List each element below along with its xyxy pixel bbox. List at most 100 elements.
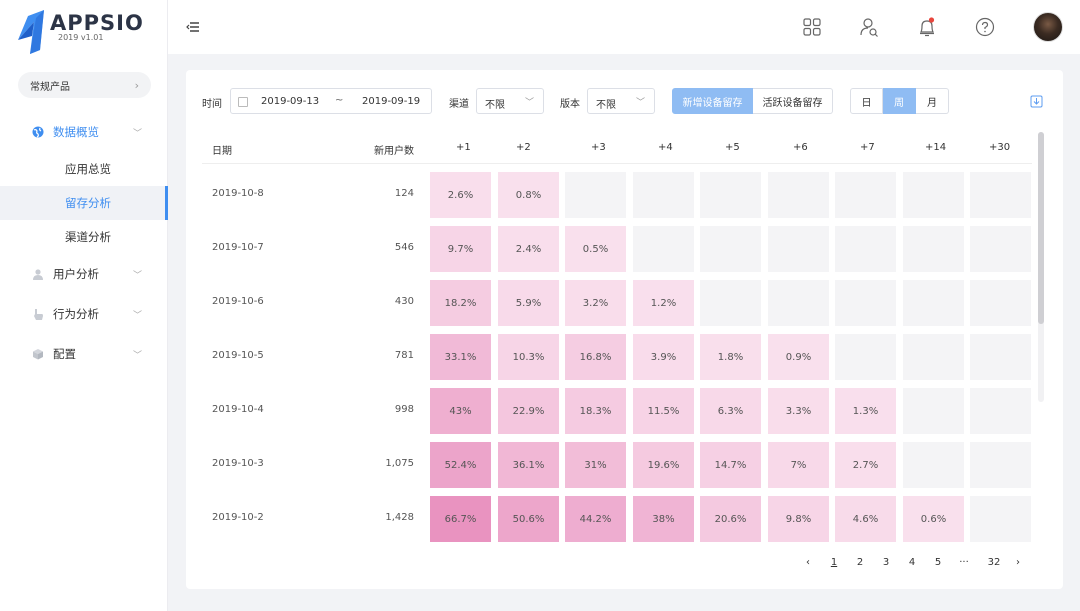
table-row[interactable]: 2019-10-8 124 2.6% 0.8%	[202, 168, 1032, 222]
retention-cell: 19.6%	[633, 442, 694, 488]
chevron-down-icon: ﹀	[133, 128, 143, 139]
row-date: 2019-10-3	[212, 458, 264, 469]
granularity-day-button[interactable]: 日	[850, 88, 883, 114]
table-row[interactable]: 2019-10-6 430 18.2% 5.9% 3.2% 1.2%	[202, 276, 1032, 330]
sidebar-group-behavior-analysis[interactable]: 行为分析 ﹀	[0, 298, 168, 330]
retention-cell: 33.1%	[430, 334, 491, 380]
retention-cell: 22.9%	[498, 388, 559, 434]
version-select[interactable]: 不限 ﹀	[587, 88, 655, 114]
retention-cell	[970, 496, 1031, 542]
retention-cell	[835, 280, 896, 326]
retention-cell: 10.3%	[498, 334, 559, 380]
new-device-retention-button[interactable]: 新增设备留存	[672, 88, 753, 114]
avatar[interactable]	[1033, 12, 1063, 42]
retention-cell	[970, 442, 1031, 488]
retention-cell: 1.3%	[835, 388, 896, 434]
pagination-page[interactable]: 5	[930, 557, 946, 568]
pagination-page[interactable]: 3	[878, 557, 894, 568]
pagination-page[interactable]: 4	[904, 557, 920, 568]
globe-icon	[32, 126, 44, 138]
retention-cell: 6.3%	[700, 388, 761, 434]
pagination-ellipsis[interactable]: ···	[956, 557, 972, 568]
retention-cell: 2.4%	[498, 226, 559, 272]
apps-grid-icon[interactable]	[801, 16, 823, 38]
retention-cell	[700, 226, 761, 272]
granularity-week-button[interactable]: 周	[883, 88, 916, 114]
retention-cell: 3.3%	[768, 388, 829, 434]
retention-cell	[970, 388, 1031, 434]
user-search-icon[interactable]	[858, 16, 880, 38]
retention-cell: 2.7%	[835, 442, 896, 488]
pagination-next[interactable]: ›	[1010, 557, 1026, 568]
channel-value: 不限	[485, 100, 505, 111]
sidebar-item-label: 应用总览	[65, 162, 111, 176]
retention-cell: 20.6%	[700, 496, 761, 542]
retention-cell	[565, 172, 626, 218]
retention-cell	[903, 280, 964, 326]
retention-cell: 0.8%	[498, 172, 559, 218]
table-row[interactable]: 2019-10-4 998 43% 22.9% 18.3% 11.5% 6.3% 3.3% 1.…	[202, 384, 1032, 438]
sidebar-group-user-analysis[interactable]: 用户分析 ﹀	[0, 258, 168, 290]
version-label: 版本	[560, 99, 580, 110]
table-row[interactable]: 2019-10-2 1,428 66.7% 50.6% 44.2% 38% 20.6% 9.8…	[202, 492, 1032, 546]
chevron-down-icon: ﹀	[635, 98, 645, 108]
granularity-month-button[interactable]: 月	[916, 88, 949, 114]
header-day-30: +30	[989, 142, 1011, 153]
time-label: 时间	[202, 99, 222, 110]
user-icon	[33, 269, 43, 280]
header-day-6: +6	[793, 142, 808, 153]
pointer-icon	[34, 309, 43, 320]
retention-cell: 16.8%	[565, 334, 626, 380]
collapse-menu-icon[interactable]	[186, 20, 200, 34]
retention-cell	[903, 172, 964, 218]
table-row[interactable]: 2019-10-7 546 9.7% 2.4% 0.5%	[202, 222, 1032, 276]
sidebar-item-app-overview[interactable]: 应用总览	[0, 152, 168, 186]
header-day-4: +4	[658, 142, 673, 153]
help-icon[interactable]	[974, 16, 996, 38]
retention-cell: 31%	[565, 442, 626, 488]
pagination-prev[interactable]: ‹	[800, 557, 816, 568]
pagination-page[interactable]: 2	[852, 557, 868, 568]
retention-cell	[768, 172, 829, 218]
header-day-7: +7	[860, 142, 875, 153]
sidebar-group-config[interactable]: 配置 ﹀	[0, 338, 168, 370]
retention-cell: 52.4%	[430, 442, 491, 488]
pagination-page-last[interactable]: 32	[982, 557, 1006, 568]
header-day-3: +3	[591, 142, 606, 153]
sidebar-item-retention[interactable]: 留存分析	[0, 186, 168, 220]
retention-cell	[633, 172, 694, 218]
retention-cell: 0.6%	[903, 496, 964, 542]
header-day-5: +5	[725, 142, 740, 153]
row-new-users: 430	[394, 296, 414, 307]
sidebar-group-data-overview[interactable]: 数据概览 ﹀	[0, 116, 168, 148]
active-device-retention-button[interactable]: 活跃设备留存	[753, 88, 833, 114]
retention-cell: 4.6%	[835, 496, 896, 542]
date-range-picker[interactable]: 2019-09-13 ~ 2019-09-19	[230, 88, 432, 114]
bell-icon[interactable]	[916, 16, 938, 38]
retention-cell: 1.8%	[700, 334, 761, 380]
logo[interactable]: APPSIO 2019 v1.01	[14, 10, 164, 54]
row-new-users: 1,428	[385, 512, 414, 523]
topbar	[168, 0, 1080, 54]
retention-cell: 3.2%	[565, 280, 626, 326]
sidebar-item-channel[interactable]: 渠道分析	[0, 220, 168, 254]
retention-cell	[970, 226, 1031, 272]
row-new-users: 781	[394, 350, 414, 361]
pagination-page[interactable]: 1	[826, 557, 842, 568]
retention-cell: 3.9%	[633, 334, 694, 380]
table-header: 日期 新用户数 +1 +2 +3 +4 +5 +6 +7 +14 +30	[202, 134, 1032, 164]
retention-card: 时间 2019-09-13 ~ 2019-09-19 渠道 不限 ﹀ 版本 不限…	[186, 70, 1063, 589]
download-icon[interactable]	[1030, 95, 1043, 108]
table-row[interactable]: 2019-10-3 1,075 52.4% 36.1% 31% 19.6% 14.7% 7% 2…	[202, 438, 1032, 492]
row-date: 2019-10-6	[212, 296, 264, 307]
table-row[interactable]: 2019-10-5 781 33.1% 10.3% 16.8% 3.9% 1.8% 0.9%	[202, 330, 1032, 384]
date-separator: ~	[335, 95, 344, 106]
header-day-14: +14	[925, 142, 947, 153]
scrollbar-thumb[interactable]	[1038, 132, 1044, 324]
retention-cell	[970, 280, 1031, 326]
row-date: 2019-10-5	[212, 350, 264, 361]
channel-select[interactable]: 不限 ﹀	[476, 88, 544, 114]
product-selector[interactable]: 常规产品 ›	[18, 72, 151, 98]
chevron-down-icon: ﹀	[133, 350, 143, 361]
channel-label: 渠道	[449, 99, 469, 110]
